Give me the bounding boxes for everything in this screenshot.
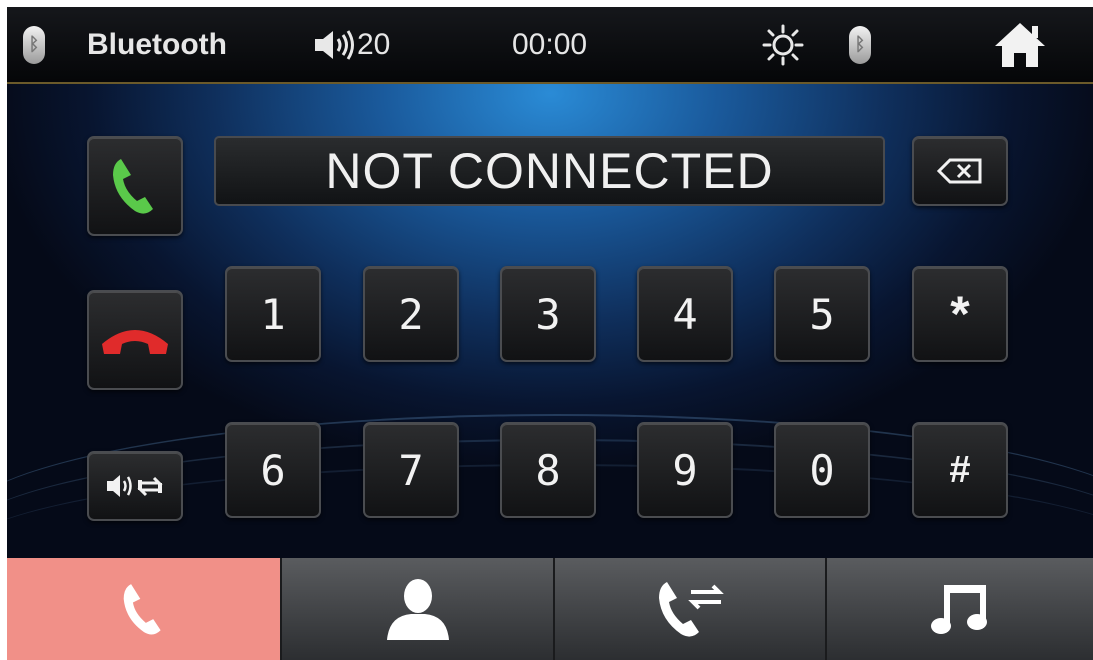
number-display: NOT CONNECTED — [214, 136, 885, 206]
volume-value: 20 — [357, 27, 391, 61]
tab-call-transfer[interactable] — [553, 558, 825, 660]
brightness-icon — [762, 24, 804, 65]
hangup-button[interactable] — [87, 290, 183, 390]
keypad-key-7[interactable]: 7 — [363, 422, 459, 518]
home-button[interactable] — [992, 7, 1048, 82]
keypad-key-6[interactable]: 6 — [225, 422, 321, 518]
clock: 00:00 — [512, 27, 588, 61]
keypad-key-0[interactable]: 0 — [774, 422, 870, 518]
source-label: Bluetooth — [87, 27, 227, 61]
tab-dialer[interactable] — [7, 558, 280, 660]
hangup-icon — [102, 330, 168, 354]
bluetooth-icon: ᛒ — [849, 25, 871, 64]
keypad-key-5[interactable]: 5 — [774, 266, 870, 362]
keypad-key-2[interactable]: 2 — [363, 266, 459, 362]
audio-transfer-button[interactable] — [87, 451, 183, 521]
tab-music[interactable] — [825, 558, 1093, 660]
backspace-button[interactable] — [912, 136, 1008, 206]
tab-contacts[interactable] — [280, 558, 553, 660]
car-head-unit-screen: ᛒ Bluetooth 20 00:00 ᛒ NOT CONNECTED 1 2… — [7, 7, 1093, 660]
bluetooth-status-icon: ᛒ — [23, 7, 45, 82]
backspace-icon — [936, 158, 982, 184]
keypad-key-3[interactable]: 3 — [500, 266, 596, 362]
call-transfer-icon — [659, 582, 724, 637]
home-icon — [995, 22, 1045, 67]
phone-call-icon — [113, 159, 153, 214]
bottom-tab-bar — [7, 558, 1093, 660]
speaker-icon — [315, 29, 354, 60]
dialer-panel: NOT CONNECTED 1 2 3 4 5 * 6 7 8 9 0 # — [7, 84, 1093, 558]
keypad-key-hash[interactable]: # — [912, 422, 1008, 518]
keypad-key-4[interactable]: 4 — [637, 266, 733, 362]
keypad-key-9[interactable]: 9 — [637, 422, 733, 518]
keypad-key-8[interactable]: 8 — [500, 422, 596, 518]
brightness-button[interactable] — [762, 7, 804, 82]
speaker-swap-icon — [107, 475, 163, 497]
volume-indicator[interactable]: 20 — [313, 7, 390, 82]
phone-icon — [123, 584, 161, 635]
music-note-icon — [931, 585, 987, 634]
bluetooth-button[interactable]: ᛒ — [849, 7, 871, 82]
call-button[interactable] — [87, 136, 183, 236]
status-bar: ᛒ Bluetooth 20 00:00 ᛒ — [7, 7, 1093, 84]
contacts-icon — [386, 579, 449, 640]
keypad-key-1[interactable]: 1 — [225, 266, 321, 362]
keypad-key-star[interactable]: * — [912, 266, 1008, 362]
